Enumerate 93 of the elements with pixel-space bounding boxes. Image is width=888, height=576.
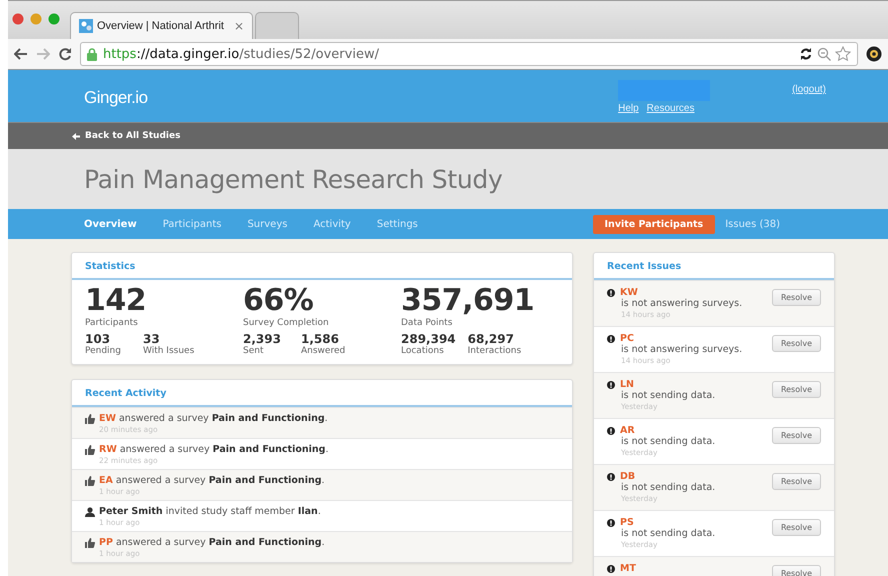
zoom-icon [817, 47, 831, 61]
participant-link[interactable]: AR [620, 425, 635, 436]
issue-text: is not sending data. [621, 528, 716, 539]
participant-link[interactable]: PC [620, 333, 634, 344]
participant-link[interactable]: KW [620, 287, 638, 298]
issue-text: is not answering surveys. [621, 298, 742, 309]
resolve-button[interactable]: Resolve [772, 335, 821, 352]
stat-value: 66% [243, 284, 314, 318]
invite-participants-button[interactable]: Invite Participants [592, 214, 716, 234]
stat-value: 142 [85, 284, 148, 318]
nav-tab[interactable]: Overview [84, 218, 137, 230]
resolve-button[interactable]: Resolve [772, 519, 821, 536]
person-icon [85, 506, 95, 516]
alert-icon [607, 288, 615, 296]
resolve-button[interactable]: Resolve [772, 289, 821, 306]
thumbs-up-icon [85, 414, 95, 424]
window-control-icon [48, 13, 60, 25]
resolve-button[interactable]: Resolve [772, 473, 821, 490]
issue-text: is not sending data. [621, 482, 716, 493]
tab-title: Overview | National Arthrit [97, 20, 224, 32]
issue-text: is not answering surveys. [621, 344, 742, 355]
stat-value: 357,691 [401, 284, 536, 318]
nav-tab[interactable]: Settings [376, 218, 418, 230]
participant-link[interactable]: EW [99, 413, 116, 424]
stat-label: Sent [243, 346, 264, 356]
browser-tab[interactable]: Overview | National Arthrit × [70, 12, 254, 39]
alert-icon [607, 564, 615, 572]
url-text: https://data.ginger.io/studies/52/overview/ [103, 46, 379, 62]
alert-icon [607, 426, 615, 434]
stat-value: 1,586 [301, 332, 340, 346]
arrow-left-icon [72, 132, 80, 140]
browser-tab[interactable] [255, 12, 300, 39]
lock-icon [87, 48, 97, 60]
stat-label: Interactions [468, 346, 522, 356]
activity-text: PP answered a survey Pain and Functioning. [99, 537, 325, 548]
star-icon [835, 46, 851, 62]
close-tab-button[interactable]: × [234, 19, 244, 33]
thumbs-up-icon [85, 476, 95, 486]
stat-value: 2,393 [243, 332, 282, 346]
sync-icon [799, 47, 813, 61]
panel-title: Statistics [72, 253, 572, 280]
nav-tab[interactable]: Surveys [247, 218, 288, 230]
stat-value: 289,394 [401, 332, 456, 346]
staff-name: Peter Smith [99, 506, 163, 517]
issues-link[interactable]: Issues (38) [725, 218, 780, 230]
participant-link[interactable]: EA [99, 475, 113, 486]
nav-tab[interactable]: Participants [162, 218, 222, 230]
issue-text: is not sending data. [621, 390, 716, 401]
stat-label: Data Points [401, 318, 454, 328]
extension-icon [866, 46, 882, 62]
reload-icon [58, 47, 72, 61]
logout-link[interactable]: (logout) [792, 84, 826, 95]
activity-text: RW answered a survey Pain and Functioning. [99, 444, 328, 455]
alert-icon [607, 334, 615, 342]
resolve-button[interactable]: Resolve [772, 381, 821, 398]
thumbs-up-icon [85, 444, 95, 454]
favicon-icon [79, 19, 93, 33]
resolve-button[interactable]: Resolve [772, 565, 821, 576]
issue-text: is not sending data. [621, 436, 716, 447]
activity-text: EA answered a survey Pain and Functioning. [99, 475, 325, 486]
window-control-icon [12, 13, 24, 25]
resolve-button[interactable]: Resolve [772, 427, 821, 444]
alert-icon [607, 380, 615, 388]
stat-value: 68,297 [468, 332, 515, 346]
stat-label: Survey Completion [243, 318, 330, 328]
alert-icon [607, 472, 615, 480]
stat-value: 103 [85, 332, 112, 346]
site-logo[interactable]: Ginger.io [84, 88, 148, 108]
address-field[interactable]: https://data.ginger.io/studies/52/overview/ [80, 42, 858, 66]
forward-icon [36, 48, 50, 60]
nav-tab[interactable]: Activity [313, 218, 351, 230]
participant-link[interactable]: DB [620, 471, 636, 482]
header-link[interactable]: Help [618, 103, 639, 114]
stat-label: Participants [85, 318, 139, 328]
participant-link[interactable]: MT [620, 563, 636, 574]
stat-label: Pending [85, 346, 122, 356]
participant-link[interactable]: RW [99, 444, 117, 455]
alert-icon [607, 518, 615, 526]
activity-text: Peter Smith invited study staff member Ilan. [99, 506, 321, 517]
back-link[interactable]: Back to All Studies [72, 131, 180, 141]
study-title: Pain Management Research Study [84, 164, 502, 194]
stat-label: With Issues [143, 346, 194, 356]
participant-link[interactable]: LN [620, 379, 634, 390]
participant-link[interactable]: PP [99, 537, 113, 548]
back-icon [14, 48, 28, 60]
participant-link[interactable]: PS [620, 517, 634, 528]
thumbs-up-icon [85, 538, 95, 548]
window-control-icon [30, 13, 42, 25]
stat-label: Locations [401, 346, 445, 356]
header-link[interactable]: Resources [646, 103, 694, 114]
activity-text: EW answered a survey Pain and Functioning. [99, 413, 328, 424]
stat-value: 33 [143, 332, 161, 346]
stat-label: Answered [301, 346, 346, 356]
